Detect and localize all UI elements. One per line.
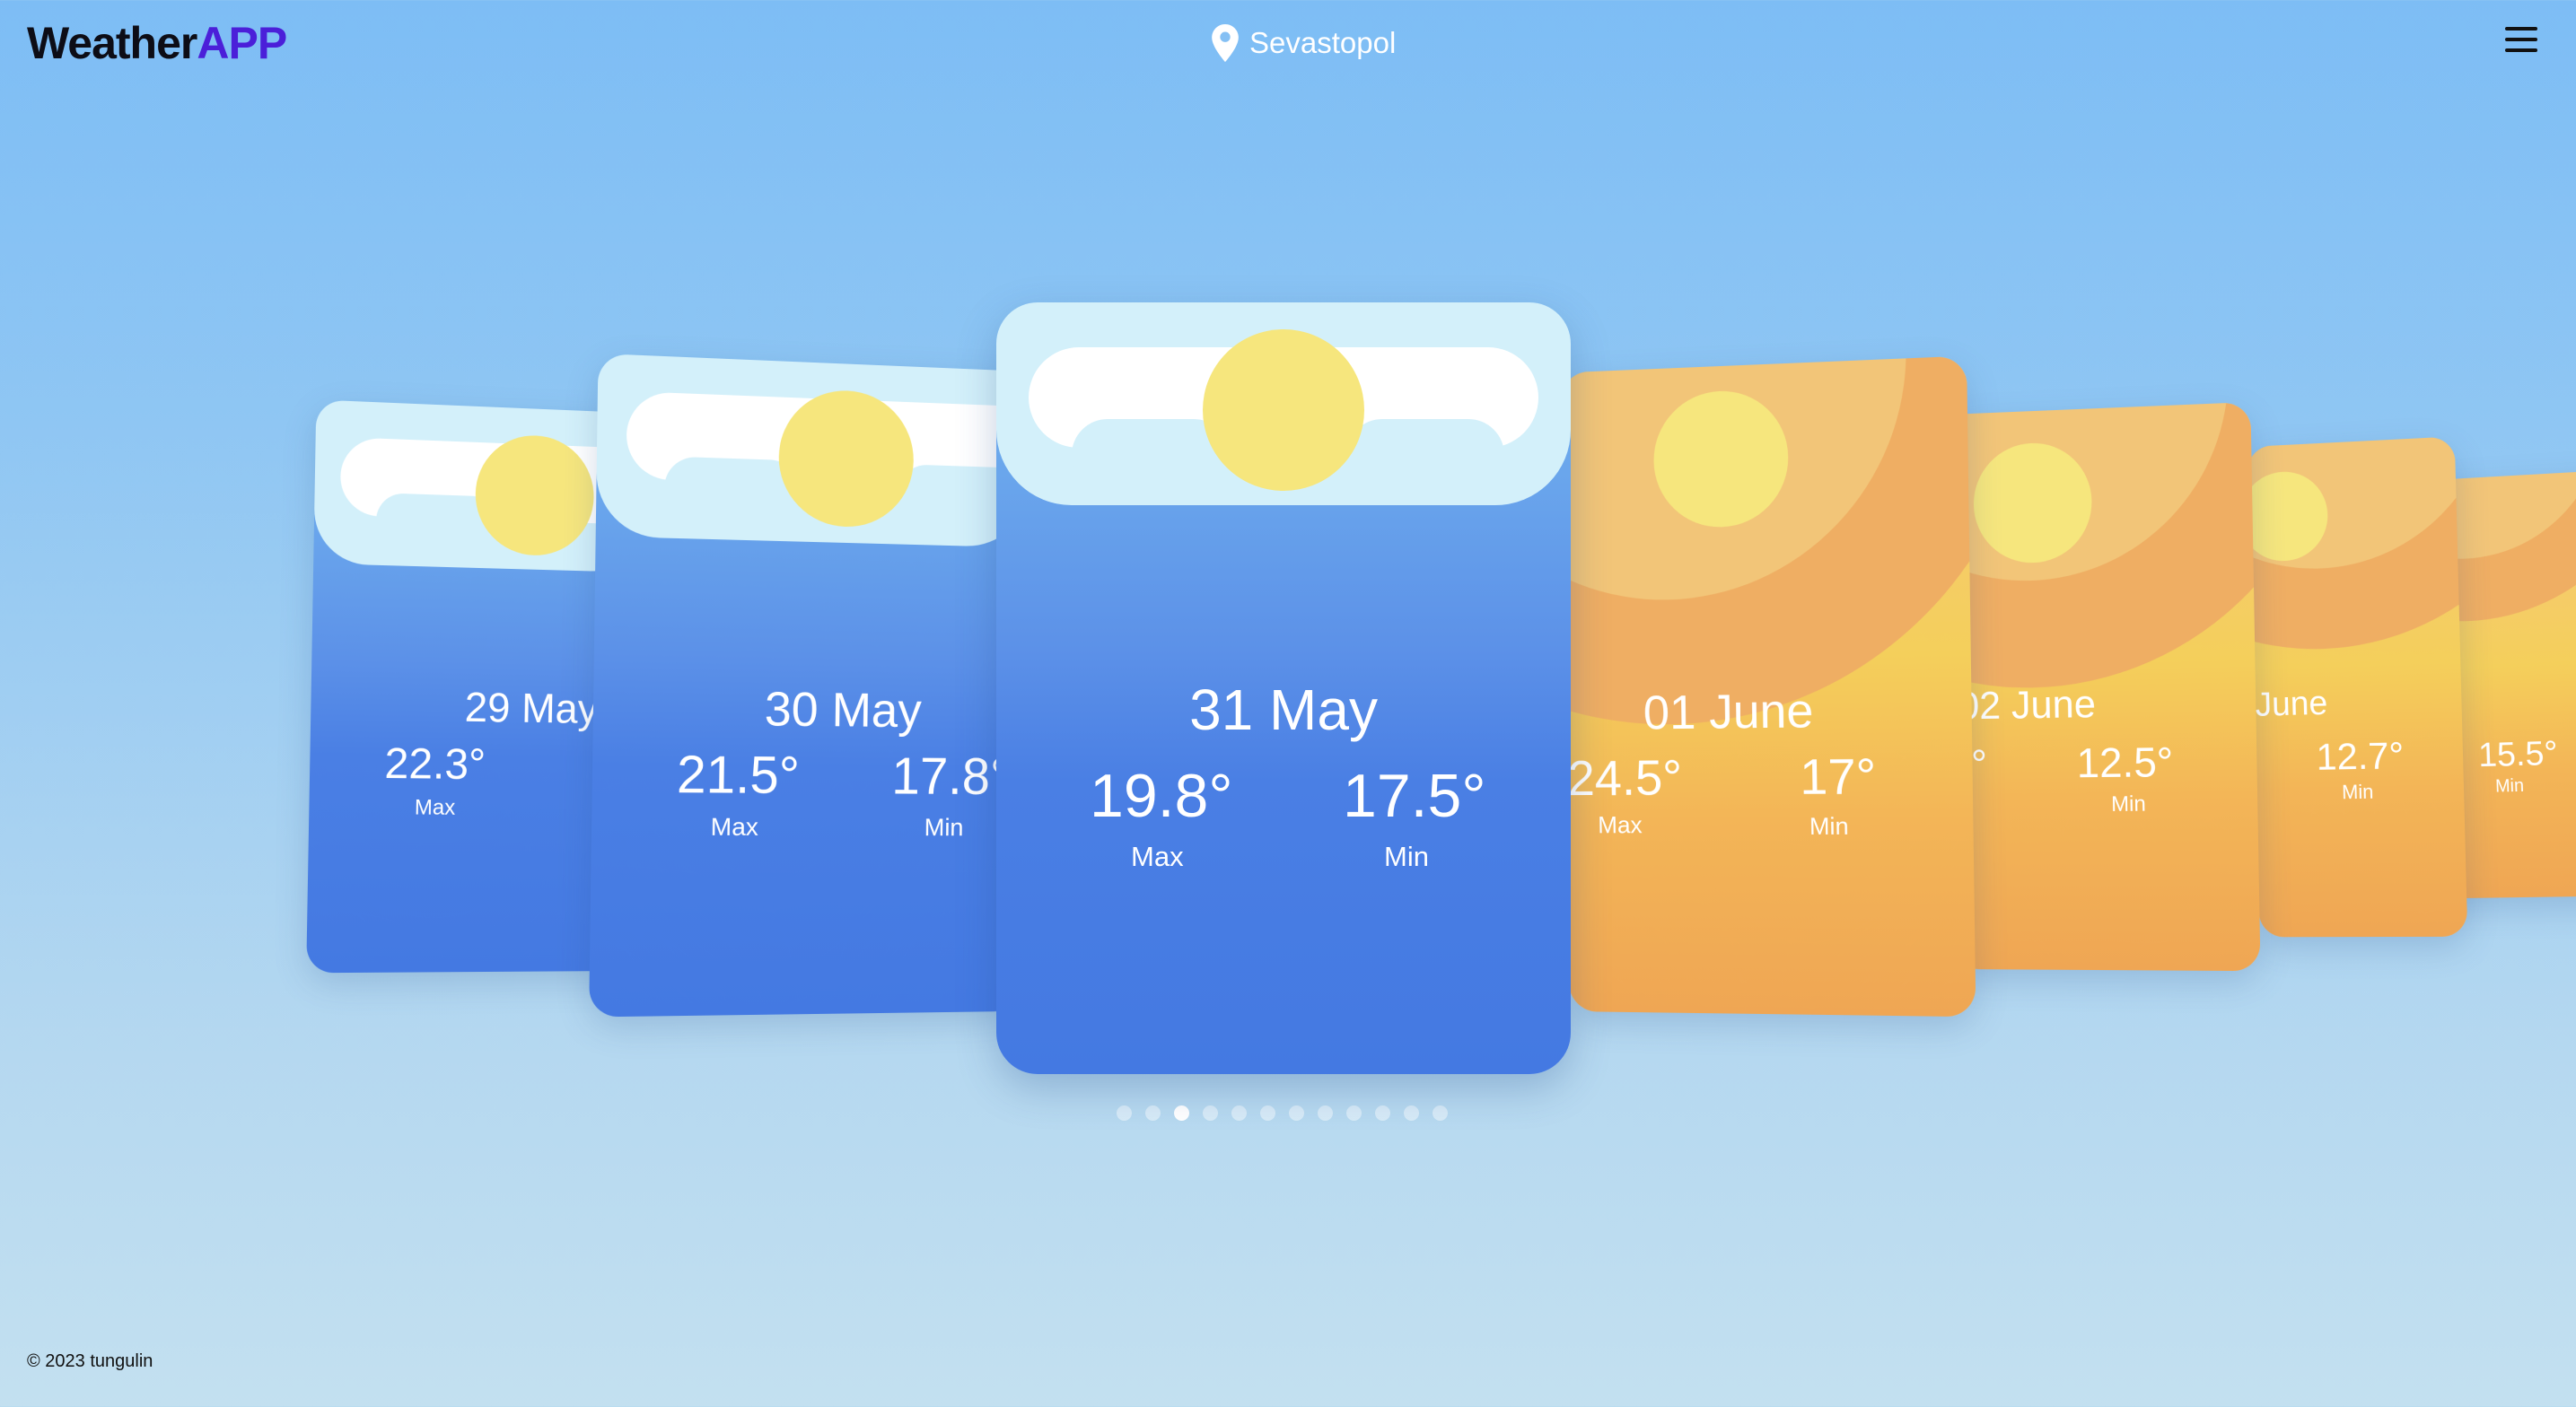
location-selector[interactable]: Sevastopol: [1212, 22, 1396, 65]
card-min-label: Min: [2111, 794, 2146, 816]
pagination-dot[interactable]: [1117, 1106, 1132, 1121]
card-min-label: Min: [1809, 815, 1849, 839]
card-max-label: Max: [1598, 813, 1643, 837]
pagination-dot[interactable]: [1289, 1106, 1304, 1121]
card-max-temp: 21.5°: [677, 749, 801, 802]
pagination-dot-active[interactable]: [1174, 1106, 1189, 1121]
logo-weather-text: Weather: [27, 18, 197, 68]
card-max-label: Max: [415, 797, 456, 818]
copyright-footer: © 2023 tungulin: [27, 1351, 153, 1372]
map-pin-icon: [1212, 24, 1239, 62]
card-max-temp: 22.3°: [384, 743, 486, 787]
logo-app-text: APP: [197, 18, 286, 68]
card-max-temp: °: [1971, 744, 1988, 785]
pagination-dot[interactable]: [1231, 1106, 1247, 1121]
card-date: 30 May: [764, 685, 922, 735]
card-max-label: Max: [711, 815, 759, 840]
forecast-card[interactable]: June 12.7° Min: [2247, 436, 2467, 937]
forecast-card-active[interactable]: 31 May 19.8° Max 17.5° Min: [996, 302, 1571, 1074]
card-date: 01 June: [1643, 686, 1813, 737]
card-max-temp: 24.5°: [1567, 753, 1682, 803]
forecast-card[interactable]: 01 June 24.5° Max 17° Min: [1561, 356, 1976, 1018]
location-name: Sevastopol: [1249, 22, 1396, 65]
card-max-temp: 19.8°: [1090, 765, 1233, 826]
pagination-dot[interactable]: [1346, 1106, 1362, 1121]
pagination-dot[interactable]: [1433, 1106, 1448, 1121]
forecast-card[interactable]: 02 June ° 12.5° Min: [1944, 402, 2260, 971]
card-date: June: [2255, 686, 2328, 722]
pagination-dot[interactable]: [1260, 1106, 1275, 1121]
pagination-dot[interactable]: [1404, 1106, 1419, 1121]
hamburger-menu-icon[interactable]: [2502, 23, 2540, 56]
card-date: 31 May: [996, 681, 1571, 738]
card-min-temp: 15.5°: [2478, 737, 2559, 773]
app-logo[interactable]: WeatherAPP: [27, 16, 286, 70]
card-min-label: Min: [2342, 782, 2374, 803]
card-min-label: Min: [924, 815, 964, 840]
forecast-card[interactable]: 30 May 21.5° Max 17.8° Min: [589, 354, 1030, 1018]
card-min-temp: 12.7°: [2316, 737, 2405, 776]
pagination-dot[interactable]: [1145, 1106, 1161, 1121]
sun-icon: [1203, 329, 1364, 491]
card-min-label: Min: [2495, 777, 2525, 796]
pagination-dot[interactable]: [1203, 1106, 1218, 1121]
carousel-pagination: [1117, 1106, 1448, 1121]
card-max-label: Max: [1131, 843, 1184, 870]
card-date: 02 June: [1958, 685, 2096, 726]
card-min-temp: 17°: [1800, 751, 1877, 802]
card-min-temp: 17.5°: [1343, 765, 1486, 826]
card-min-temp: 12.5°: [2076, 741, 2173, 783]
pagination-dot[interactable]: [1375, 1106, 1390, 1121]
card-date: 29 May: [464, 686, 598, 730]
cloud-icon: [1346, 419, 1504, 491]
pagination-dot[interactable]: [1318, 1106, 1333, 1121]
card-min-label: Min: [1384, 843, 1429, 870]
card-min-temp: 17.8°: [891, 751, 1011, 803]
